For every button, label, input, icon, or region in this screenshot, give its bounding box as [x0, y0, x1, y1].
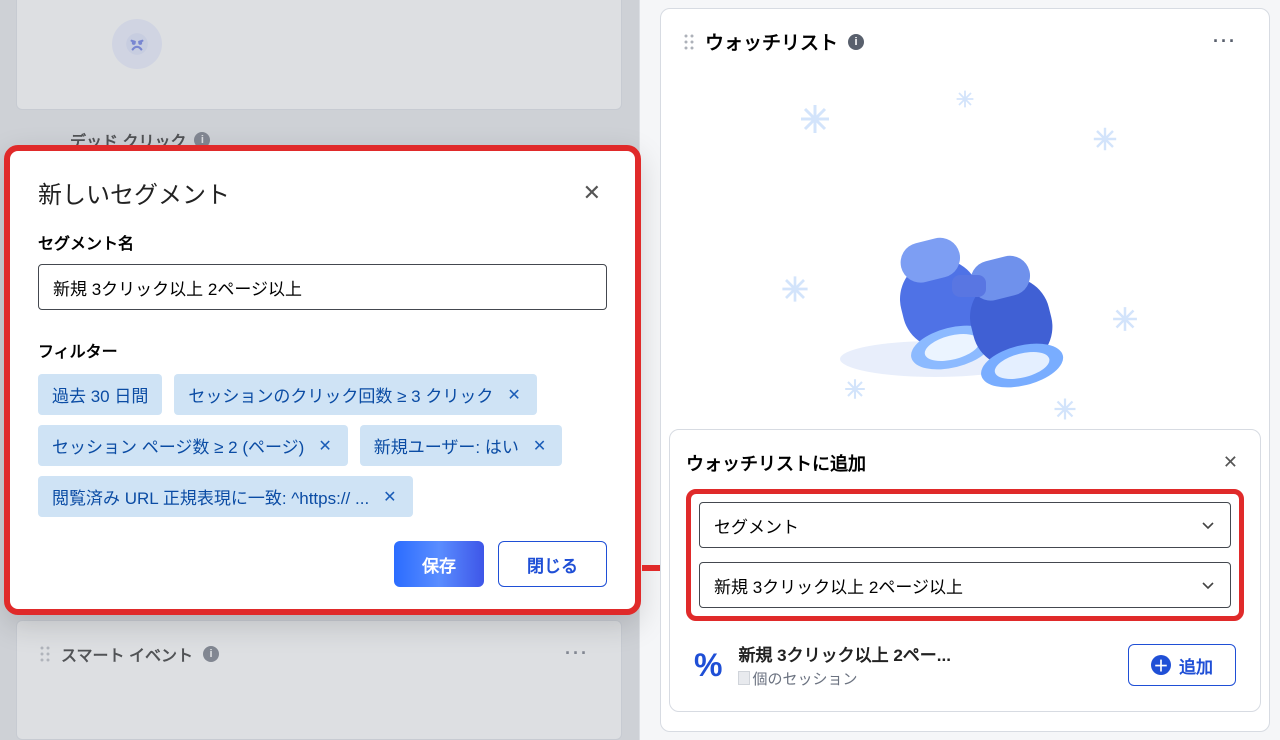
- annotation-highlight-frame: セグメント 新規 3クリック以上 2ページ以上: [686, 489, 1244, 621]
- new-segment-modal: 新しいセグメント ✕ セグメント名 フィルター 過去 30 日間 セッションのク…: [4, 145, 641, 615]
- smart-event-label: スマート イベント: [61, 642, 193, 666]
- filter-chip[interactable]: セッション ページ数 ≥ 2 (ページ) ✕: [38, 425, 348, 466]
- filter-chip-text: 新規ユーザー: はい: [374, 433, 519, 458]
- close-button[interactable]: 閉じる: [498, 541, 607, 587]
- watchlist-title: ウォッチリスト: [705, 28, 838, 55]
- modal-title: 新しいセグメント: [38, 175, 230, 210]
- filter-chip[interactable]: 新規ユーザー: はい ✕: [360, 425, 563, 466]
- drag-handle-icon[interactable]: [683, 34, 695, 50]
- drag-handle-icon: [39, 646, 51, 662]
- segment-result-row: % 新規 3クリック以上 2ペー... 個のセッション ＋ 追加: [686, 641, 1244, 689]
- info-icon: i: [203, 646, 219, 662]
- plus-icon: ＋: [1151, 655, 1171, 675]
- segment-name-label: セグメント名: [38, 230, 607, 254]
- chip-remove-icon[interactable]: ✕: [381, 487, 398, 507]
- segment-value-select[interactable]: 新規 3クリック以上 2ページ以上: [699, 562, 1231, 608]
- add-to-watchlist-panel: ウォッチリストに追加 ✕ セグメント 新規 3クリック以上 2ページ以上 % 新…: [669, 429, 1261, 712]
- filters-label: フィルター: [38, 338, 607, 362]
- modal-close-button[interactable]: ✕: [577, 176, 607, 210]
- binoculars-illustration: [755, 79, 1175, 429]
- chip-remove-icon[interactable]: ✕: [316, 436, 333, 456]
- rage-face-icon: [112, 19, 162, 69]
- add-panel-title: ウォッチリストに追加: [686, 450, 866, 476]
- filter-chip-text: セッションのクリック回数 ≥ 3 クリック: [188, 382, 493, 407]
- filter-chip-list: 過去 30 日間 セッションのクリック回数 ≥ 3 クリック ✕ セッション ペ…: [38, 374, 607, 517]
- info-icon[interactable]: i: [848, 34, 864, 50]
- result-session-count: 個のセッション: [738, 668, 1112, 689]
- chip-remove-icon[interactable]: ✕: [531, 436, 548, 456]
- chip-remove-icon[interactable]: ✕: [505, 385, 522, 405]
- watchlist-card: ウォッチリスト i ···: [660, 8, 1270, 732]
- percent-icon: %: [694, 647, 722, 684]
- card-menu-button[interactable]: ···: [555, 639, 599, 668]
- chevron-down-icon: [1200, 517, 1216, 533]
- bg-card-smart-event: スマート イベント i ···: [16, 620, 622, 740]
- segment-type-select[interactable]: セグメント: [699, 502, 1231, 548]
- chevron-down-icon: [1200, 577, 1216, 593]
- bg-card-rage: [16, 0, 622, 110]
- add-panel-close-button[interactable]: ✕: [1217, 448, 1244, 477]
- filter-chip-text: 過去 30 日間: [52, 382, 148, 407]
- select-value: 新規 3クリック以上 2ページ以上: [714, 573, 963, 598]
- add-button[interactable]: ＋ 追加: [1128, 644, 1236, 686]
- filter-chip[interactable]: セッションのクリック回数 ≥ 3 クリック ✕: [174, 374, 536, 415]
- filter-chip-text: 閲覧済み URL 正規表現に一致: ^https:// ...: [52, 484, 369, 509]
- filter-chip[interactable]: 閲覧済み URL 正規表現に一致: ^https:// ... ✕: [38, 476, 413, 517]
- segment-name-input[interactable]: [38, 264, 607, 310]
- card-menu-button[interactable]: ···: [1203, 27, 1247, 56]
- add-button-label: 追加: [1179, 653, 1213, 678]
- filter-chip[interactable]: 過去 30 日間: [38, 374, 162, 415]
- select-value: セグメント: [714, 513, 799, 538]
- save-button[interactable]: 保存: [394, 541, 484, 587]
- filter-chip-text: セッション ページ数 ≥ 2 (ページ): [52, 433, 304, 458]
- result-segment-name: 新規 3クリック以上 2ペー...: [738, 641, 1112, 666]
